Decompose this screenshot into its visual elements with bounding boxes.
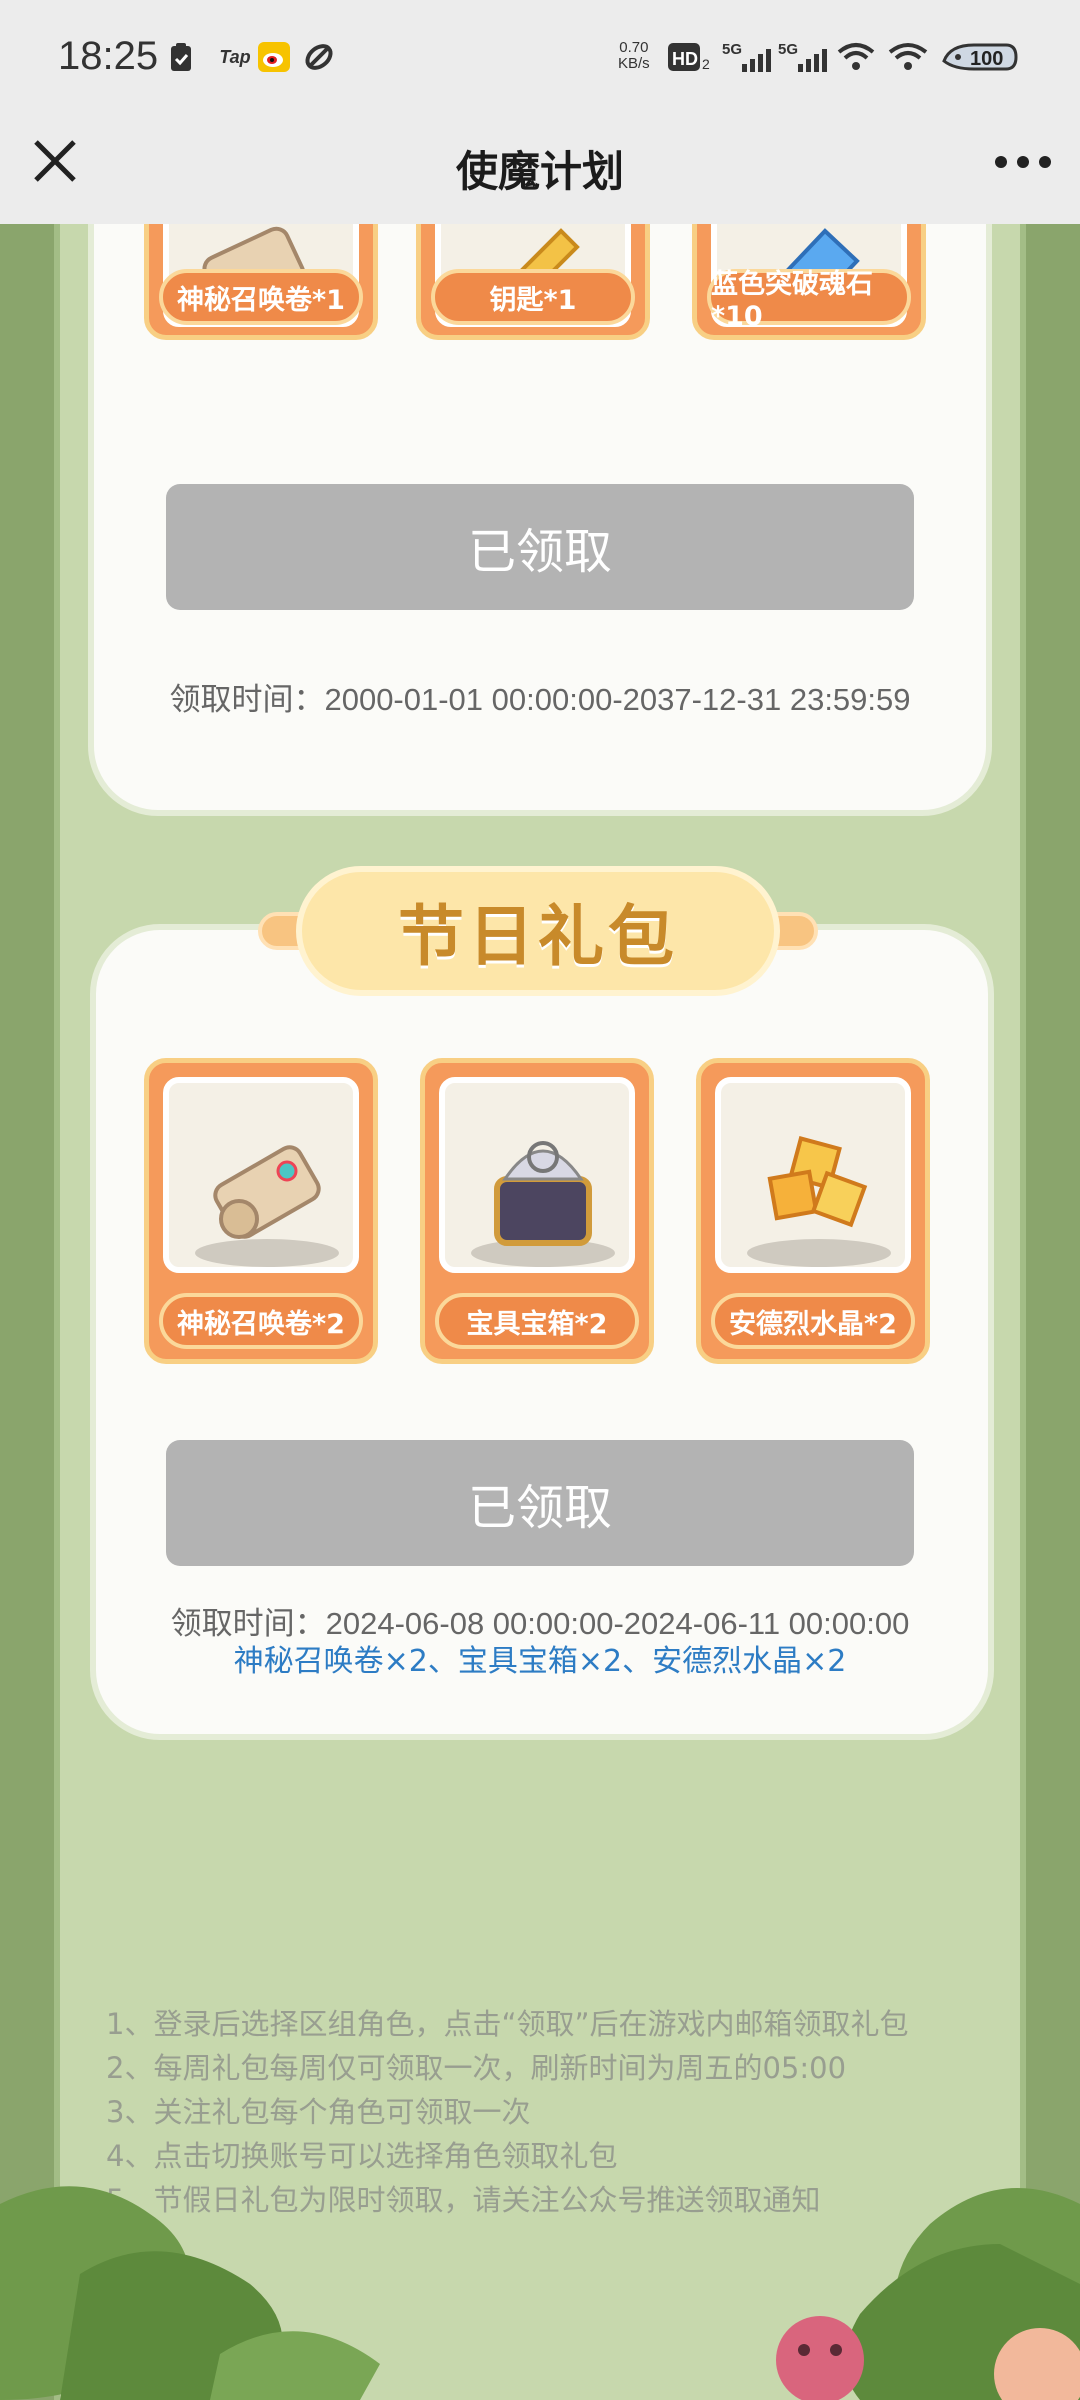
svg-text:HD: HD	[672, 49, 698, 69]
scroll-icon	[195, 1145, 339, 1267]
gift-item-label: 安德烈水晶*2	[711, 1293, 915, 1349]
tap-app-icon: Tap	[219, 46, 251, 67]
gift-item: 神秘召唤卷*2	[144, 1058, 378, 1364]
rule-item: 1、登录后选择区组角色，点击“领取”后在游戏内邮箱领取礼包	[106, 2007, 909, 2041]
treasure-chest-icon	[471, 1141, 615, 1267]
svg-text:100: 100	[970, 48, 1003, 70]
reward-summary-text: 神秘召唤卷×2、宝具宝箱×2、安德烈水晶×2	[233, 1644, 847, 1679]
wifi-icon	[886, 40, 930, 74]
holiday-gift-title: 节日礼包	[398, 898, 678, 975]
more-dots-icon	[995, 156, 1051, 168]
more-options-button[interactable]	[992, 140, 1054, 184]
gold-crystal-icon	[747, 1136, 891, 1267]
weibo-icon	[258, 40, 290, 74]
network-speed: 0.70 KB/s	[618, 39, 650, 72]
signal-icon: 5G	[722, 40, 772, 74]
status-bar: 18:25 Tap 0.70 KB/s HD 2 5G 5G 100	[0, 0, 1080, 110]
holiday-gift-banner: 节日礼包	[258, 866, 818, 998]
svg-text:5G: 5G	[778, 41, 798, 58]
claimed-button[interactable]: 已领取	[166, 1440, 914, 1566]
gift-item-label: 神秘召唤卷*2	[159, 1293, 363, 1349]
status-time: 18:25	[58, 34, 159, 78]
gift-item: 钥匙*1	[416, 224, 650, 340]
gift-item: 蓝色突破魂石*10	[692, 224, 926, 340]
rule-item: 2、每周礼包每周仅可领取一次，刷新时间为周五的05:00	[106, 2051, 847, 2085]
gift-item-label: 神秘召唤卷*1	[159, 269, 363, 325]
page-title: 使魔计划	[455, 147, 624, 196]
battery-icon: 100	[940, 40, 1020, 74]
game-page-content[interactable]: 神秘召唤卷*1 钥匙*1 蓝色突破魂石*10 已领取 领取时间：2000-01-…	[0, 224, 1080, 2400]
svg-text:2: 2	[702, 56, 710, 72]
gift-item-label: 宝具宝箱*2	[435, 1293, 639, 1349]
hd-icon: HD 2	[668, 40, 714, 74]
leaf-decoration	[0, 2186, 1080, 2400]
link-icon	[302, 40, 336, 74]
gift-item-label: 钥匙*1	[431, 269, 635, 325]
gift-item-label: 蓝色突破魂石*10	[707, 269, 911, 332]
clipboard-icon	[168, 40, 194, 74]
gift-item: 安德烈水晶*2	[696, 1058, 930, 1364]
gift-item: 神秘召唤卷*1	[144, 224, 378, 340]
wifi-icon	[836, 40, 876, 74]
claimed-button[interactable]: 已领取	[166, 484, 914, 610]
app-header: 使魔计划	[0, 110, 1080, 224]
claim-time-text: 领取时间：2000-01-01 00:00:00-2037-12-31 23:5…	[169, 682, 911, 717]
gift-item: 宝具宝箱*2	[420, 1058, 654, 1364]
svg-text:5G: 5G	[722, 41, 742, 58]
signal-icon: 5G	[778, 40, 828, 74]
